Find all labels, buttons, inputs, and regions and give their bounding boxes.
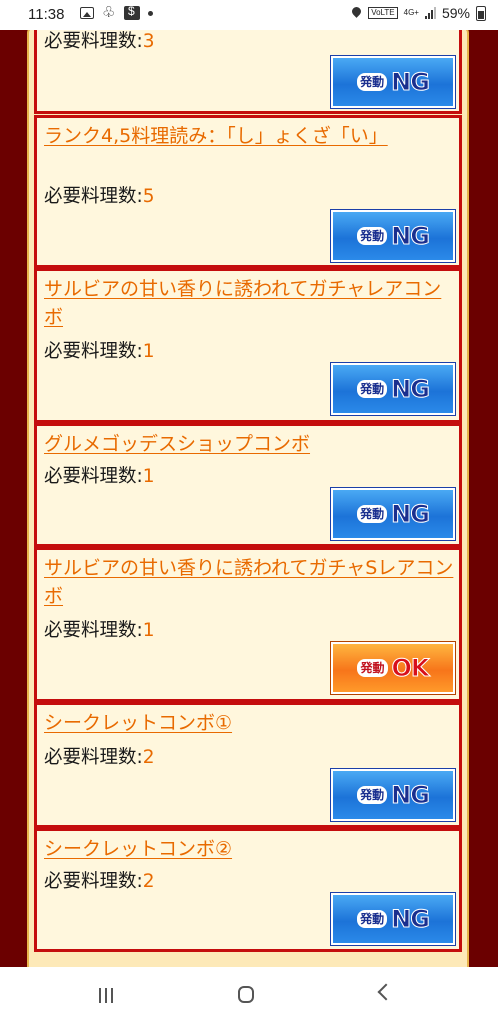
back-icon[interactable]	[377, 983, 395, 1001]
badge-activation-label: 発動	[357, 659, 388, 677]
combo-title-link[interactable]: シークレットコンボ②	[44, 835, 456, 863]
battery-icon	[476, 5, 486, 21]
required-dishes-value: 2	[142, 871, 155, 892]
required-dishes-label: 必要料理数:	[44, 871, 143, 892]
required-dishes-value: 2	[142, 747, 155, 768]
required-dishes-label: 必要料理数:	[44, 466, 143, 487]
combo-title-link[interactable]: サルビアの甘い香りに誘われてガチャSレアコンボ	[44, 554, 456, 610]
combo-card: サルビアの甘い香りに誘われてガチャSレアコンボ 必要料理数:1 発動 OK	[34, 547, 462, 702]
combo-card: グルメゴッデスショップコンボ 必要料理数:1 発動 NG	[34, 423, 462, 547]
badge-activation-label: 発動	[357, 380, 388, 398]
required-dishes-value: 1	[142, 620, 155, 641]
required-dishes: 必要料理数:2	[44, 743, 155, 769]
signal-icon	[424, 7, 436, 19]
status-time: 11:38	[28, 6, 65, 23]
android-nav-bar	[0, 967, 498, 1024]
badge-activation-label: 発動	[357, 786, 388, 804]
activation-status-badge: 発動 NG	[330, 768, 456, 822]
combo-list-view[interactable]: 必要料理数:3 発動 NG ランク4,5料理読み：「し」ょくざ「い」 必要料理数…	[0, 30, 498, 967]
combo-card: 必要料理数:3 発動 NG	[34, 30, 462, 114]
badge-activation-label: 発動	[357, 227, 388, 245]
recent-apps-icon[interactable]	[99, 988, 117, 1003]
required-dishes-label: 必要料理数:	[44, 341, 143, 362]
combo-title-link[interactable]: シークレットコンボ①	[44, 709, 456, 737]
required-dishes-label: 必要料理数:	[44, 620, 143, 641]
badge-status-label: NG	[391, 500, 431, 529]
activation-status-badge: 発動 NG	[330, 55, 456, 109]
badge-activation-label: 発動	[357, 910, 388, 928]
home-icon[interactable]	[238, 986, 254, 1003]
combo-card: ランク4,5料理読み：「し」ょくざ「い」 必要料理数:5 発動 NG	[34, 115, 462, 268]
combo-card: サルビアの甘い香りに誘われてガチャレアコンボ 必要料理数:1 発動 NG	[34, 268, 462, 423]
badge-status-label: NG	[391, 68, 431, 97]
required-dishes: 必要料理数:1	[44, 337, 155, 363]
app-notification-icon	[102, 3, 116, 21]
gallery-icon	[80, 7, 94, 19]
required-dishes: 必要料理数:3	[44, 30, 155, 53]
required-dishes-value: 3	[142, 31, 155, 52]
required-dishes-label: 必要料理数:	[44, 186, 143, 207]
required-dishes: 必要料理数:2	[44, 867, 155, 893]
required-dishes-label: 必要料理数:	[44, 31, 143, 52]
location-icon	[352, 7, 362, 19]
system-icons: VoLTE 4G+ 59%	[352, 5, 486, 21]
badge-status-label: NG	[391, 781, 431, 810]
required-dishes-value: 5	[142, 186, 155, 207]
badge-status-label: NG	[391, 375, 431, 404]
badge-activation-label: 発動	[357, 505, 388, 523]
volte-icon: VoLTE	[368, 7, 398, 19]
badge-activation-label: 発動	[357, 73, 388, 91]
notification-icons	[80, 3, 153, 21]
store-icon	[124, 4, 140, 20]
activation-status-badge: 発動 NG	[330, 209, 456, 263]
activation-status-badge: 発動 OK	[330, 641, 456, 695]
badge-status-label: OK	[391, 654, 430, 683]
combo-title-link[interactable]: ランク4,5料理読み：「し」ょくざ「い」	[44, 122, 456, 150]
required-dishes: 必要料理数:1	[44, 462, 155, 488]
network-type: 4G+	[403, 8, 419, 17]
combo-title-link[interactable]: サルビアの甘い香りに誘われてガチャレアコンボ	[44, 275, 456, 331]
badge-status-label: NG	[391, 222, 431, 251]
activation-status-badge: 発動 NG	[330, 362, 456, 416]
required-dishes-value: 1	[142, 466, 155, 487]
status-bar: 11:38 VoLTE 4G+ 59%	[0, 0, 498, 30]
required-dishes-label: 必要料理数:	[44, 747, 143, 768]
more-notifications-icon	[148, 10, 153, 16]
combo-card: シークレットコンボ② 必要料理数:2 発動 NG	[34, 828, 462, 952]
required-dishes: 必要料理数:5	[44, 182, 155, 208]
combo-card: シークレットコンボ① 必要料理数:2 発動 NG	[34, 702, 462, 828]
required-dishes-value: 1	[142, 341, 155, 362]
activation-status-badge: 発動 NG	[330, 892, 456, 946]
battery-percent: 59%	[441, 5, 470, 21]
required-dishes: 必要料理数:1	[44, 616, 155, 642]
activation-status-badge: 発動 NG	[330, 487, 456, 541]
combo-title-link[interactable]: グルメゴッデスショップコンボ	[44, 430, 456, 458]
badge-status-label: NG	[391, 905, 431, 934]
